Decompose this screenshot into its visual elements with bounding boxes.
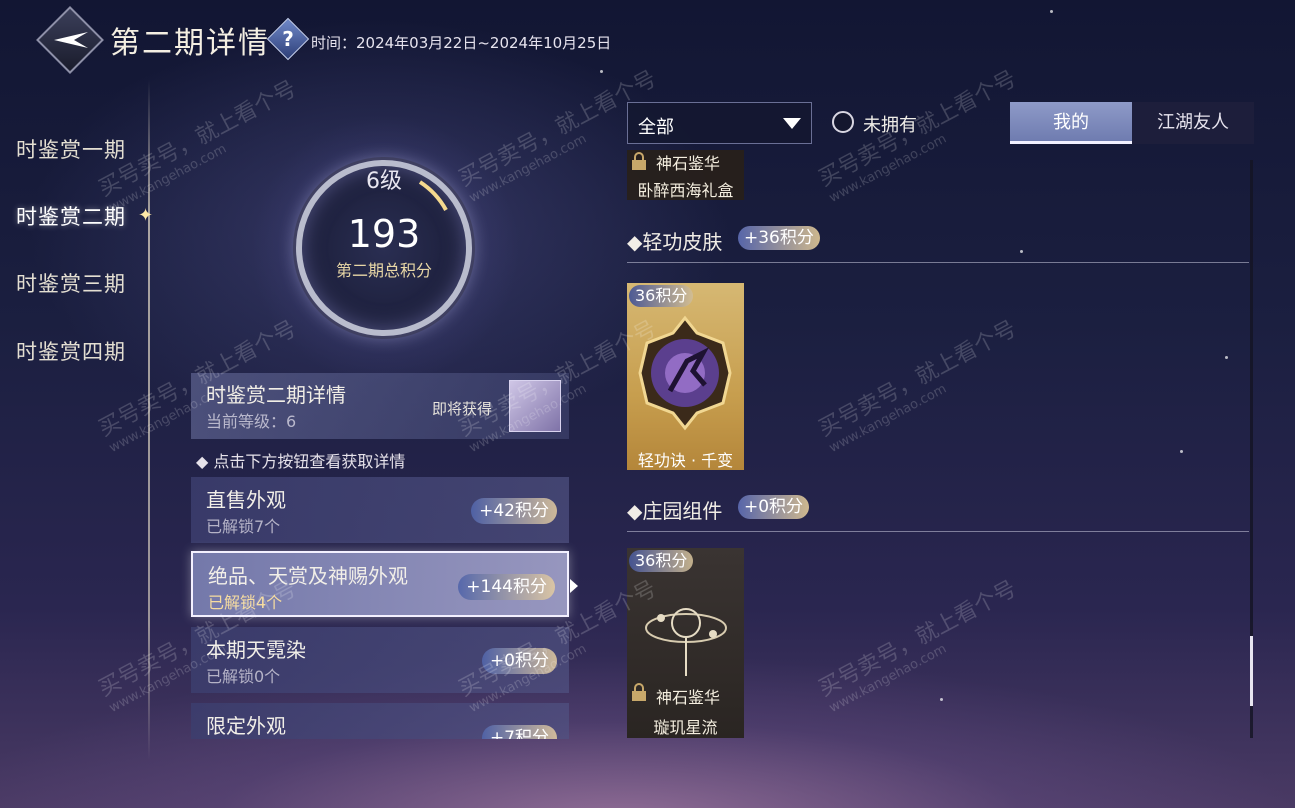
lock-icon: [632, 152, 646, 170]
unowned-radio-label[interactable]: 未拥有: [863, 111, 917, 137]
dropdown-caret-icon: [783, 118, 801, 129]
category-row-limited[interactable]: 限定外观 +7积分: [191, 703, 569, 739]
category-name: 限定外观: [206, 714, 286, 738]
category-unlocked: 已解锁7个: [206, 517, 281, 536]
category-points: +144积分: [458, 574, 555, 600]
section-divider: [627, 531, 1249, 532]
tab-friends[interactable]: 江湖友人: [1132, 102, 1254, 144]
category-points: +0积分: [481, 648, 557, 674]
section-title-text: 庄园组件: [642, 499, 723, 523]
item-card-qinggong[interactable]: 36积分 轻功诀 · 千变: [627, 283, 744, 470]
item-card-partial[interactable]: 神石鉴华 卧醉西海礼盒: [627, 150, 744, 200]
unowned-radio[interactable]: [832, 111, 854, 133]
watermark: 买号卖号，就上看个号www.kangehao.com: [814, 316, 1021, 456]
lock-icon: [632, 683, 646, 701]
time-range-label: 时间：2024年03月22日~2024年10月25日: [311, 34, 612, 52]
item-tier: 神石鉴华: [656, 154, 721, 173]
page-title: 第二期详情: [110, 26, 270, 61]
current-level-text: 当前等级：6: [206, 412, 297, 431]
item-card-manor[interactable]: 36积分 神石鉴华 璇玑星流: [627, 548, 744, 738]
period-detail-title: 时鉴赏二期详情: [206, 383, 346, 407]
nav-divider: [148, 80, 150, 760]
category-points: +42积分: [471, 498, 557, 524]
astrolabe-art-icon: [645, 608, 727, 676]
hint-text: ◆ 点击下方按钮查看获取详情: [196, 452, 406, 471]
filter-selected-value: 全部: [638, 117, 674, 138]
category-unlocked: 已解锁4个: [208, 593, 283, 612]
watermark: 买号卖号，就上看个号www.kangehao.com: [814, 576, 1021, 716]
category-row-dye[interactable]: 本期天霓染 已解锁0个 +0积分: [191, 627, 569, 693]
back-arrow-icon: [54, 32, 88, 48]
section-title-qinggong: ◆轻功皮肤: [627, 230, 723, 254]
section-points-badge: +36积分: [738, 226, 820, 250]
hint-label: 点击下方按钮查看获取详情: [213, 452, 406, 471]
total-score-label: 第二期总积分: [335, 261, 432, 280]
nav-item-period-4[interactable]: 时鉴赏四期: [16, 336, 126, 366]
upcoming-reward-label: 即将获得: [432, 400, 493, 418]
selected-row-arrow-icon: [570, 579, 578, 593]
item-name: 璇玑星流: [653, 718, 718, 737]
nav-item-period-1[interactable]: 时鉴赏一期: [16, 134, 126, 164]
category-name: 本期天霓染: [206, 638, 306, 662]
watermark: 买号卖号，就上看个号www.kangehao.com: [814, 66, 1021, 206]
nav-item-period-3[interactable]: 时鉴赏三期: [16, 268, 126, 298]
qinggong-art-icon: [638, 315, 732, 431]
section-divider: [627, 262, 1249, 263]
nav-item-period-2[interactable]: 时鉴赏二期: [16, 201, 126, 231]
item-points-tag: 36积分: [629, 550, 694, 572]
category-row-premium[interactable]: 绝品、天赏及神赐外观 已解锁4个 +144积分: [191, 551, 569, 617]
level-label: 6级: [366, 169, 402, 194]
scrollbar-thumb[interactable]: [1250, 636, 1253, 706]
category-row-direct-sale[interactable]: 直售外观 已解锁7个 +42积分: [191, 477, 569, 543]
section-title-manor: ◆庄园组件: [627, 499, 723, 523]
help-glyph: ?: [282, 27, 294, 51]
active-sparkle-icon: ✦: [138, 205, 154, 226]
section-title-text: 轻功皮肤: [642, 230, 723, 254]
filter-dropdown[interactable]: 全部: [627, 102, 812, 144]
category-name: 绝品、天赏及神赐外观: [208, 564, 408, 588]
category-name: 直售外观: [206, 488, 286, 512]
total-score: 193: [347, 212, 421, 256]
item-tier: 神石鉴华: [656, 688, 721, 707]
item-name: 卧醉西海礼盒: [637, 181, 734, 200]
item-points-tag: 36积分: [629, 285, 694, 307]
item-name: 轻功诀 · 千变: [637, 451, 734, 470]
category-points: +7积分: [481, 725, 557, 739]
tab-mine[interactable]: 我的: [1010, 102, 1132, 144]
upcoming-reward-thumbnail[interactable]: [509, 380, 561, 432]
section-points-badge: +0积分: [738, 495, 810, 519]
category-unlocked: 已解锁0个: [206, 667, 281, 686]
